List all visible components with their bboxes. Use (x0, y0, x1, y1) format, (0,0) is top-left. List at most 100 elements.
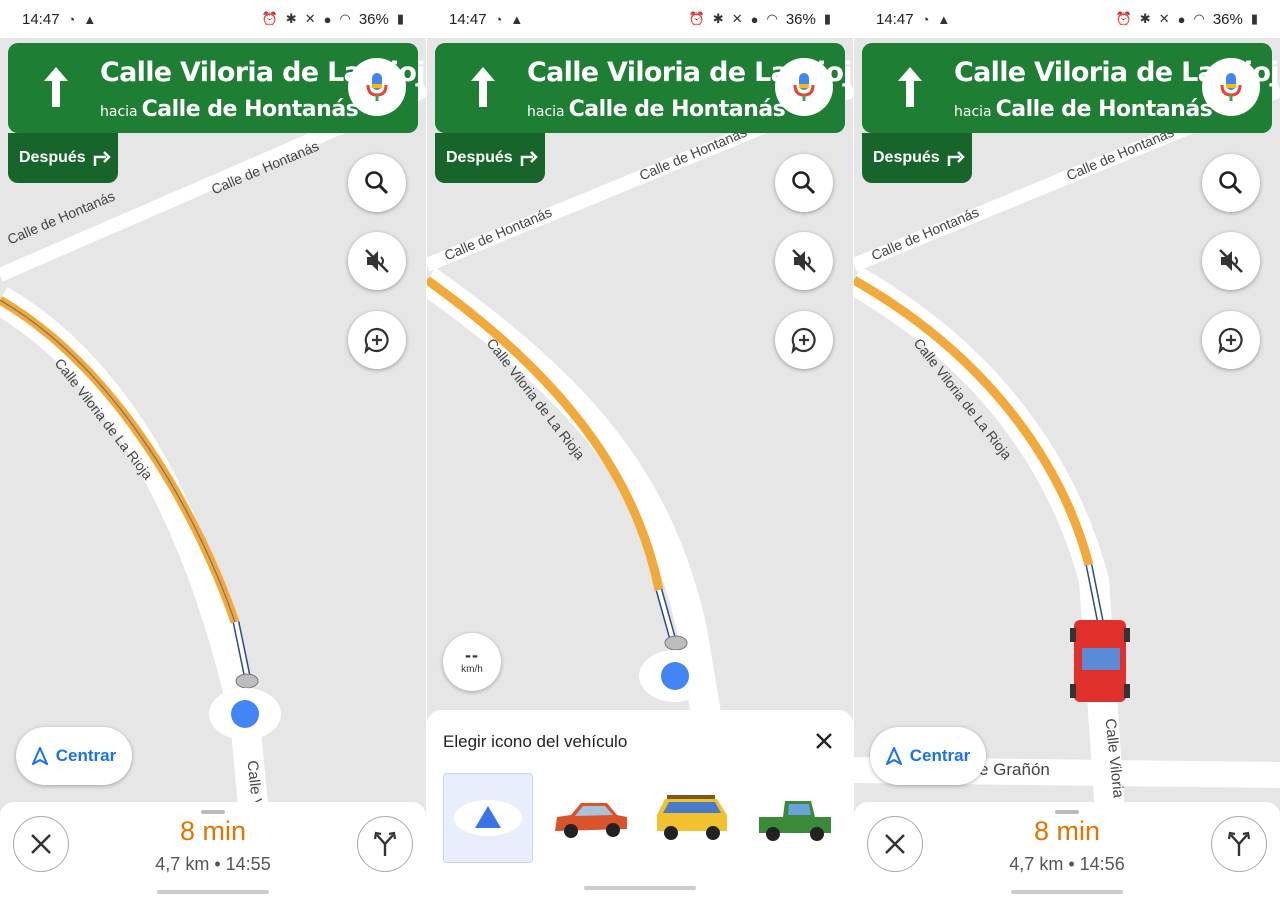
mute-button[interactable] (1202, 232, 1260, 290)
toward-prefix: hacia (100, 104, 138, 120)
location-icon: ● (750, 11, 759, 27)
status-time: 14:47 (449, 10, 487, 28)
trip-distance: 4,7 km (1009, 854, 1064, 874)
fork-route-icon (373, 831, 397, 856)
recenter-label: Centrar (909, 746, 971, 765)
volume-off-icon (365, 249, 389, 273)
turn-right-icon (947, 151, 965, 166)
home-indicator[interactable] (157, 890, 269, 894)
recenter-button[interactable]: Centrar (870, 727, 986, 785)
red-car-icon (555, 803, 627, 838)
then-label: Después (19, 149, 86, 166)
bluetooth-icon: ✱ (285, 11, 297, 26)
search-icon (792, 171, 816, 195)
volume-off-icon (1219, 249, 1243, 273)
speedometer: -- km/h (443, 633, 501, 691)
add-report-icon (1218, 327, 1243, 354)
voice-search-button[interactable] (775, 58, 833, 116)
phone-screen-1: Calle de Hontanás Calle de Hontanás Call… (0, 0, 426, 901)
navigation-icon: ▲ (83, 11, 97, 27)
red-car-marker (1070, 620, 1130, 702)
vehicle-option-yellow-suv[interactable] (647, 773, 737, 863)
navigation-banner[interactable]: Calle Viloria de La Rioja hacia Calle de … (8, 43, 426, 133)
map-label-granon: e Grañón (979, 760, 1050, 779)
mic-icon (793, 73, 815, 101)
then-turn-chip[interactable]: Después (862, 133, 972, 183)
arrival-time: 14:55 (225, 854, 271, 874)
vehicle-option-red-car[interactable] (545, 773, 635, 863)
home-indicator[interactable] (1011, 890, 1123, 894)
recenter-button[interactable]: Centrar (16, 727, 132, 785)
sync-icon: ◔ (921, 11, 930, 27)
trip-distance: 4,7 km (155, 854, 210, 874)
status-time: 14:47 (22, 10, 60, 28)
toward-street: hacia Calle de Hontanás (954, 97, 1213, 122)
arrival-time: 14:56 (1079, 854, 1125, 874)
navigation-arrow-icon (885, 747, 902, 765)
search-button[interactable] (1202, 154, 1260, 212)
phone-screen-3: Calle de Hontanás Calle de Hontanás Call… (854, 0, 1280, 901)
navigation-banner[interactable]: Calle Viloria de La Rioja hacia Calle de … (435, 43, 853, 133)
close-icon[interactable] (813, 730, 835, 752)
mute-icon: ✕ (1158, 11, 1170, 26)
status-bar: 14:47 ◔ ▲ ⏰ ✱ ✕ ● ◠ 36% ▮ (854, 0, 1280, 38)
then-turn-chip[interactable]: Después (435, 133, 545, 183)
toward-street: hacia Calle de Hontanás (527, 97, 786, 122)
home-indicator[interactable] (584, 886, 696, 890)
search-icon (1219, 171, 1243, 195)
status-bar: 14:47 ◔ ▲ ⏰ ✱ ✕ ● ◠ 36% ▮ (427, 0, 853, 38)
then-turn-chip[interactable]: Después (8, 133, 118, 183)
add-report-icon (364, 327, 389, 354)
screenshot-comparison: Calle de Hontanás Calle de Hontanás Call… (0, 0, 1280, 901)
alternate-routes-button[interactable] (1211, 816, 1267, 872)
sheet-title: Elegir icono del vehículo (443, 732, 628, 751)
toward-prefix: hacia (527, 104, 565, 120)
straight-arrow-icon (471, 67, 495, 107)
bluetooth-icon: ✱ (1139, 11, 1151, 26)
separator-dot: • (214, 854, 226, 874)
wifi-icon: ◠ (339, 11, 351, 26)
turn-right-icon (520, 151, 538, 166)
add-report-icon (791, 327, 816, 354)
voice-search-button[interactable] (348, 58, 406, 116)
navigation-arrow-icon (454, 800, 522, 836)
search-button[interactable] (775, 154, 833, 212)
alternate-routes-button[interactable] (357, 816, 413, 872)
voice-search-button[interactable] (1202, 58, 1260, 116)
trip-summary-sheet[interactable]: 8 min 4,7 km • 14:55 (0, 802, 426, 901)
add-report-button[interactable] (1202, 311, 1260, 369)
navigation-icon: ▲ (937, 11, 951, 27)
toward-street-name: Calle de Hontanás (568, 97, 786, 122)
battery-level: 36% (785, 10, 816, 28)
toward-street: hacia Calle de Hontanás (100, 97, 359, 122)
mute-button[interactable] (348, 232, 406, 290)
separator-dot: • (1068, 854, 1080, 874)
alarm-icon: ⏰ (1115, 11, 1132, 26)
vehicle-option-green-pickup[interactable] (749, 773, 839, 863)
wifi-icon: ◠ (1193, 11, 1205, 26)
sheet-handle[interactable] (1055, 810, 1079, 814)
vehicle-option-arrow[interactable] (443, 773, 533, 863)
add-report-button[interactable] (348, 311, 406, 369)
mute-icon: ✕ (304, 11, 316, 26)
mute-button[interactable] (775, 232, 833, 290)
location-icon: ● (323, 11, 332, 27)
battery-level: 36% (358, 10, 389, 28)
then-label: Después (873, 149, 940, 166)
wifi-icon: ◠ (766, 11, 778, 26)
sync-icon: ◔ (67, 11, 76, 27)
volume-off-icon (792, 249, 816, 273)
add-report-button[interactable] (775, 311, 833, 369)
vehicle-icon-sheet: Elegir icono del vehículo (427, 710, 853, 901)
turn-right-icon (93, 151, 111, 166)
toward-prefix: hacia (954, 104, 992, 120)
status-bar: 14:47 ◔ ▲ ⏰ ✱ ✕ ● ◠ 36% ▮ (0, 0, 426, 38)
yellow-suv-icon (657, 795, 727, 840)
sheet-handle[interactable] (201, 810, 225, 814)
mic-icon (1220, 73, 1242, 101)
navigation-arrow-icon (31, 747, 48, 765)
search-button[interactable] (348, 154, 406, 212)
navigation-banner[interactable]: Calle Viloria de La Rioja hacia Calle de … (862, 43, 1280, 133)
battery-icon: ▮ (1250, 11, 1258, 26)
trip-summary-sheet[interactable]: 8 min 4,7 km • 14:56 (854, 802, 1280, 901)
